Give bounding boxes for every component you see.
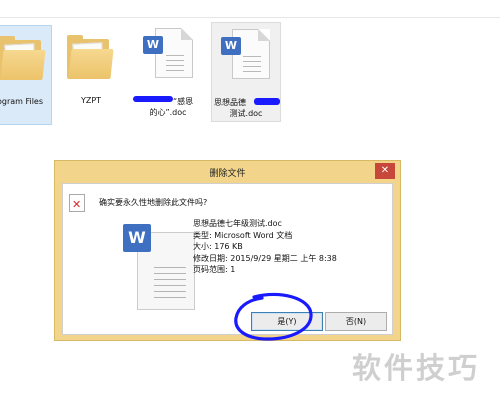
close-icon: ✕ — [380, 165, 390, 176]
file-info: 思想品德七年级测试.doc 类型: Microsoft Word 文档 大小: … — [193, 218, 337, 276]
yes-button[interactable]: 是(Y) — [251, 312, 323, 331]
red-x-icon: ✕ — [72, 198, 82, 211]
dialog-body: ✕ 确实要永久性地删除此文件吗? W 思想品德七年级测试.doc 类型: Mic… — [62, 183, 393, 335]
folder-icon — [0, 36, 47, 82]
redaction-mark — [254, 98, 280, 105]
file-label: YZPT — [80, 96, 102, 105]
word-badge-icon: W — [143, 36, 163, 54]
file-label-line2: 的心”.doc — [149, 108, 187, 117]
file-doc-ideology-test[interactable]: W 思想品德 测试.doc — [211, 22, 281, 122]
file-label-line2: 测试.doc — [229, 109, 263, 118]
watermark-text: 软件技巧 — [352, 351, 481, 385]
delete-file-dialog: 删除文件 ✕ ✕ 确实要永久性地删除此文件吗? W 思想品德七年级测试.doc … — [54, 160, 401, 341]
file-doc-gratitude[interactable]: W “感恩 的心”.doc — [133, 22, 203, 122]
redaction-mark — [133, 96, 173, 102]
file-label-line1: 思想品德 — [214, 98, 246, 107]
file-modified-date: 修改日期: 2015/9/29 星期二 上午 8:38 — [193, 253, 337, 263]
file-page-range: 页码范围: 1 — [193, 265, 236, 274]
folder-icon — [67, 35, 115, 81]
folder-program-files[interactable]: ogram Files — [0, 25, 52, 125]
word-document-large-icon: W — [123, 224, 195, 316]
word-badge-icon: W — [221, 37, 241, 55]
folder-yzpt[interactable]: YZPT — [56, 25, 126, 125]
close-button[interactable]: ✕ — [375, 163, 395, 179]
dialog-titlebar[interactable]: 删除文件 ✕ — [55, 161, 400, 183]
dialog-title: 删除文件 — [209, 169, 246, 179]
word-badge-icon: W — [123, 224, 151, 252]
no-button[interactable]: 否(N) — [325, 312, 387, 331]
file-size: 大小: 176 KB — [193, 242, 243, 251]
file-type: 类型: Microsoft Word 文档 — [193, 230, 293, 240]
confirmation-question: 确实要永久性地删除此文件吗? — [99, 198, 208, 207]
file-explorer: ogram Files YZPT W “感恩 的心”.doc W 思想品德 测试… — [0, 0, 500, 150]
file-name: 思想品德七年级测试.doc — [193, 219, 282, 228]
delete-file-icon: ✕ — [69, 194, 85, 212]
file-label: ogram Files — [0, 97, 44, 106]
file-label-line1: “感恩 — [173, 97, 194, 106]
explorer-header-strip — [0, 0, 500, 18]
